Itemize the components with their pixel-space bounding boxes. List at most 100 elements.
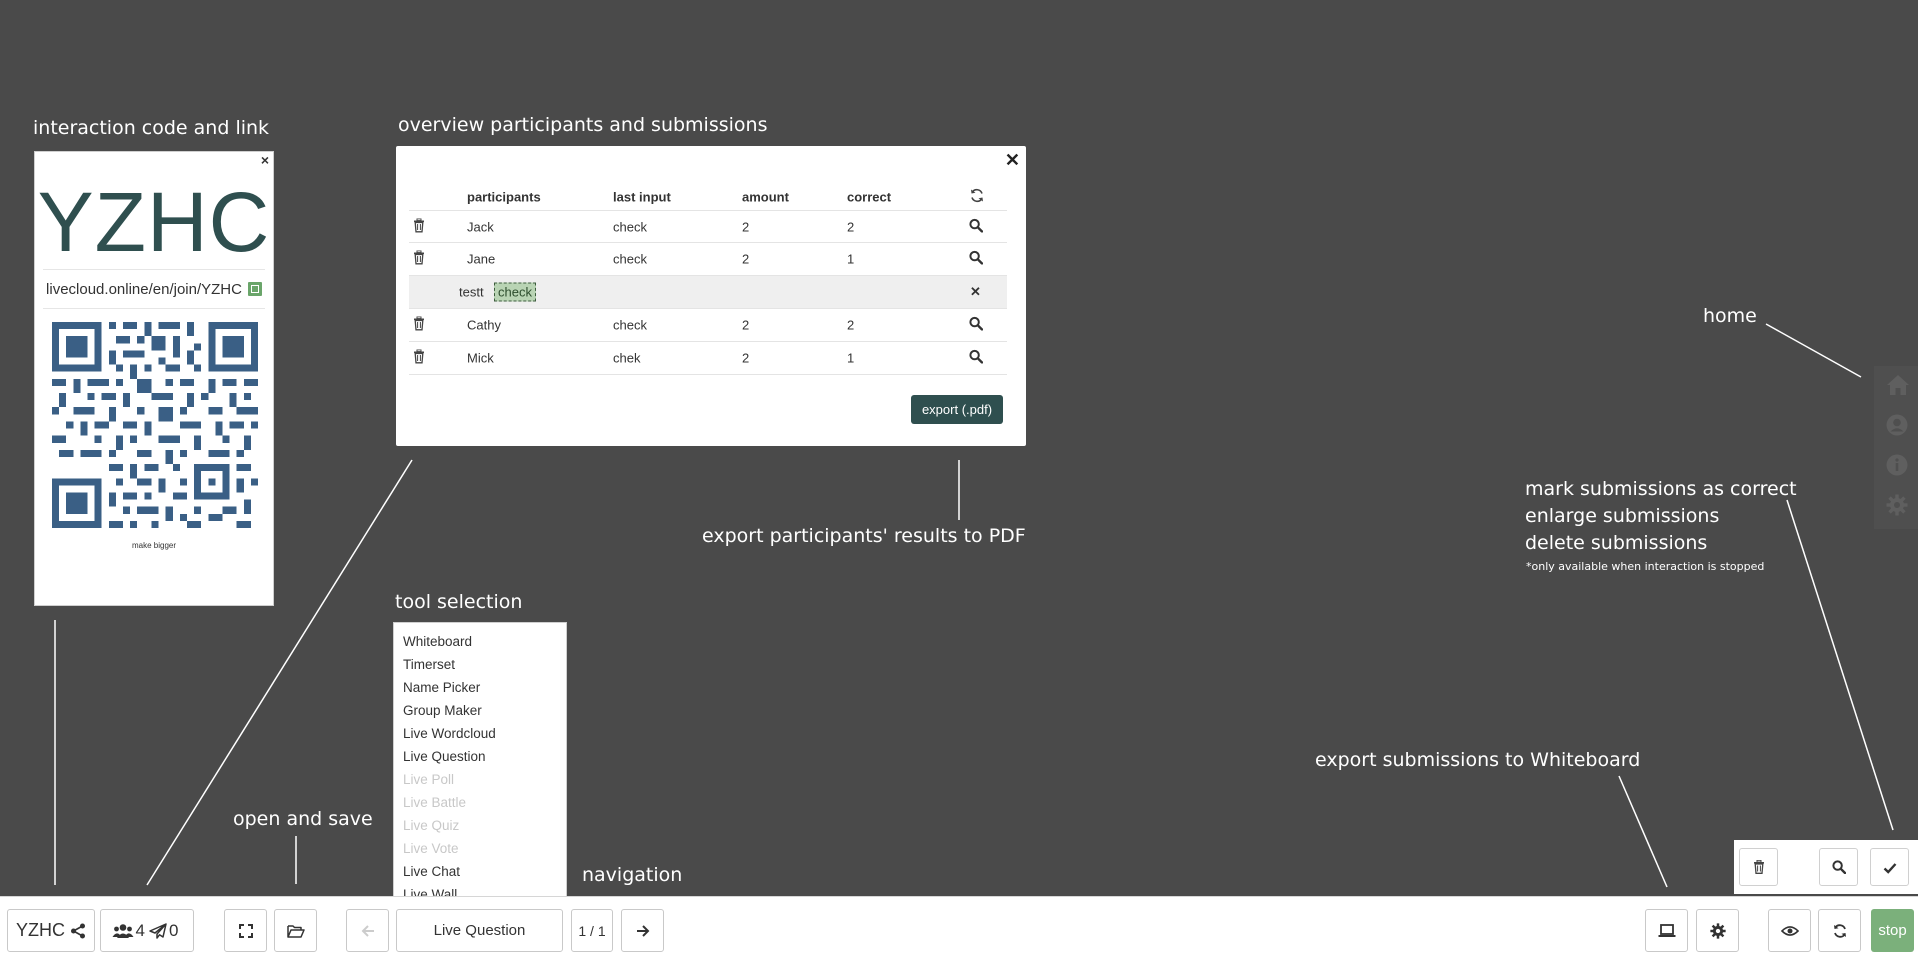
trash-icon[interactable] bbox=[413, 349, 425, 367]
open-save-button[interactable] bbox=[274, 909, 317, 952]
overview-panel: ✕ participants last input amount correct… bbox=[396, 146, 1026, 446]
users-icon bbox=[112, 923, 134, 939]
amount: 2 bbox=[742, 251, 750, 267]
tool-selection-list: Whiteboard Timerset Name Picker Group Ma… bbox=[393, 622, 567, 904]
tool-item-live-quiz: Live Quiz bbox=[403, 818, 460, 833]
last-input: chek bbox=[613, 350, 641, 366]
copy-icon[interactable] bbox=[247, 282, 262, 296]
participant-name: Cathy bbox=[467, 317, 501, 333]
export-pdf-button[interactable]: export (.pdf) bbox=[911, 395, 1003, 424]
tool-item-group-maker[interactable]: Group Maker bbox=[403, 699, 557, 722]
join-link[interactable]: livecloud.online/en/join/YZHC bbox=[35, 281, 273, 298]
close-icon[interactable]: ✕ bbox=[970, 284, 981, 300]
table-row: Cathy check 2 2 bbox=[409, 309, 1007, 342]
preview-button[interactable] bbox=[1768, 909, 1811, 952]
refresh-button[interactable] bbox=[1818, 909, 1861, 952]
mark-correct-button[interactable] bbox=[1870, 848, 1909, 886]
close-icon[interactable]: ✕ bbox=[1005, 150, 1020, 171]
eye-icon bbox=[1780, 925, 1799, 937]
search-icon bbox=[1832, 860, 1847, 879]
participants-count: 4 bbox=[135, 920, 145, 940]
trash-icon bbox=[1753, 859, 1765, 879]
correct: 1 bbox=[847, 251, 855, 267]
annotation-delete: delete submissions bbox=[1525, 532, 1708, 554]
user-circle-icon[interactable] bbox=[1886, 414, 1908, 436]
gear-icon bbox=[1709, 922, 1726, 939]
annotation-enlarge: enlarge submissions bbox=[1525, 505, 1720, 527]
toolbar-code: YZHC bbox=[16, 920, 65, 940]
code-share-button[interactable]: YZHC bbox=[7, 909, 95, 952]
participant-name: Jack bbox=[467, 219, 494, 234]
amount: 2 bbox=[742, 350, 750, 366]
annotation-home: home bbox=[1703, 305, 1757, 327]
settings-button[interactable] bbox=[1696, 909, 1739, 952]
table-row: Jane check 2 1 bbox=[409, 243, 1007, 276]
amount: 2 bbox=[742, 219, 750, 234]
laptop-icon bbox=[1658, 923, 1676, 938]
delete-submissions-button[interactable] bbox=[1739, 848, 1778, 886]
home-icon[interactable] bbox=[1886, 374, 1909, 396]
close-icon[interactable]: × bbox=[261, 152, 269, 168]
current-tool-button[interactable]: Live Question bbox=[396, 909, 563, 952]
folder-open-icon bbox=[286, 924, 305, 938]
participants-button[interactable]: 4 0 bbox=[100, 909, 194, 952]
tool-item-live-chat[interactable]: Live Chat bbox=[403, 860, 557, 883]
search-icon[interactable] bbox=[969, 316, 984, 334]
tool-item-timerset[interactable]: Timerset bbox=[403, 653, 557, 676]
side-menu bbox=[1874, 366, 1918, 529]
divider bbox=[43, 308, 265, 309]
correct: 1 bbox=[847, 350, 855, 366]
stop-button[interactable]: stop bbox=[1871, 909, 1914, 952]
gear-icon[interactable] bbox=[1886, 494, 1908, 516]
info-icon[interactable] bbox=[1886, 454, 1908, 476]
last-input: check bbox=[613, 251, 647, 267]
tool-item-live-poll: Live Poll bbox=[403, 772, 455, 787]
submissions-count: 0 bbox=[169, 920, 179, 940]
divider bbox=[43, 269, 265, 270]
refresh-icon[interactable] bbox=[969, 188, 985, 207]
tool-item-whiteboard[interactable]: Whiteboard bbox=[403, 630, 557, 653]
search-icon[interactable] bbox=[969, 250, 984, 268]
participant-name: Mick bbox=[467, 350, 494, 366]
paper-plane-icon bbox=[149, 922, 167, 939]
enlarge-submissions-button[interactable] bbox=[1819, 848, 1858, 886]
search-icon[interactable] bbox=[969, 218, 984, 235]
expand-icon bbox=[238, 923, 253, 938]
search-icon[interactable] bbox=[969, 349, 984, 367]
trash-icon[interactable] bbox=[413, 316, 425, 334]
tool-item-live-question[interactable]: Live Question bbox=[403, 745, 557, 768]
editing-row: testt check ✕ bbox=[409, 276, 1007, 309]
last-input: check bbox=[613, 317, 647, 333]
arrow-right-icon bbox=[636, 924, 650, 938]
fullscreen-button[interactable] bbox=[224, 909, 267, 952]
annotation-navigation: navigation bbox=[582, 864, 683, 886]
amount: 2 bbox=[742, 317, 750, 333]
trash-icon[interactable] bbox=[413, 250, 425, 268]
trash-icon[interactable] bbox=[413, 217, 425, 235]
header-correct: correct bbox=[847, 189, 892, 205]
correct: 2 bbox=[847, 317, 855, 333]
annotation-mark-correct: mark submissions as correct bbox=[1525, 478, 1797, 500]
annotation-open-save: open and save bbox=[233, 808, 373, 830]
participant-name: Jane bbox=[467, 251, 496, 267]
table-header: participants last input amount correct bbox=[409, 184, 1007, 210]
make-bigger-link[interactable]: make bigger bbox=[35, 541, 273, 550]
header-amount: amount bbox=[742, 189, 789, 205]
share-icon bbox=[70, 923, 86, 939]
annotation-export-whiteboard: export submissions to Whiteboard bbox=[1315, 749, 1641, 771]
page-indicator[interactable]: 1 / 1 bbox=[571, 909, 613, 952]
previous-button[interactable] bbox=[346, 909, 389, 952]
join-link-text[interactable]: livecloud.online/en/join/YZHC bbox=[46, 281, 242, 298]
export-whiteboard-button[interactable] bbox=[1645, 909, 1688, 952]
header-last-input: last input bbox=[613, 189, 671, 205]
editing-value[interactable]: check bbox=[494, 282, 536, 302]
tool-item-live-battle: Live Battle bbox=[403, 795, 467, 810]
tool-item-name-picker[interactable]: Name Picker bbox=[403, 676, 557, 699]
next-button[interactable] bbox=[621, 909, 664, 952]
interaction-code-card: × YZHC livecloud.online/en/join/YZHC mak… bbox=[34, 151, 274, 606]
tool-item-live-wordcloud[interactable]: Live Wordcloud bbox=[403, 722, 557, 745]
header-participants: participants bbox=[467, 189, 541, 205]
participants-table: participants last input amount correct J… bbox=[409, 184, 1007, 375]
editing-name: testt bbox=[459, 284, 484, 300]
annotation-code-link: interaction code and link bbox=[33, 117, 270, 139]
